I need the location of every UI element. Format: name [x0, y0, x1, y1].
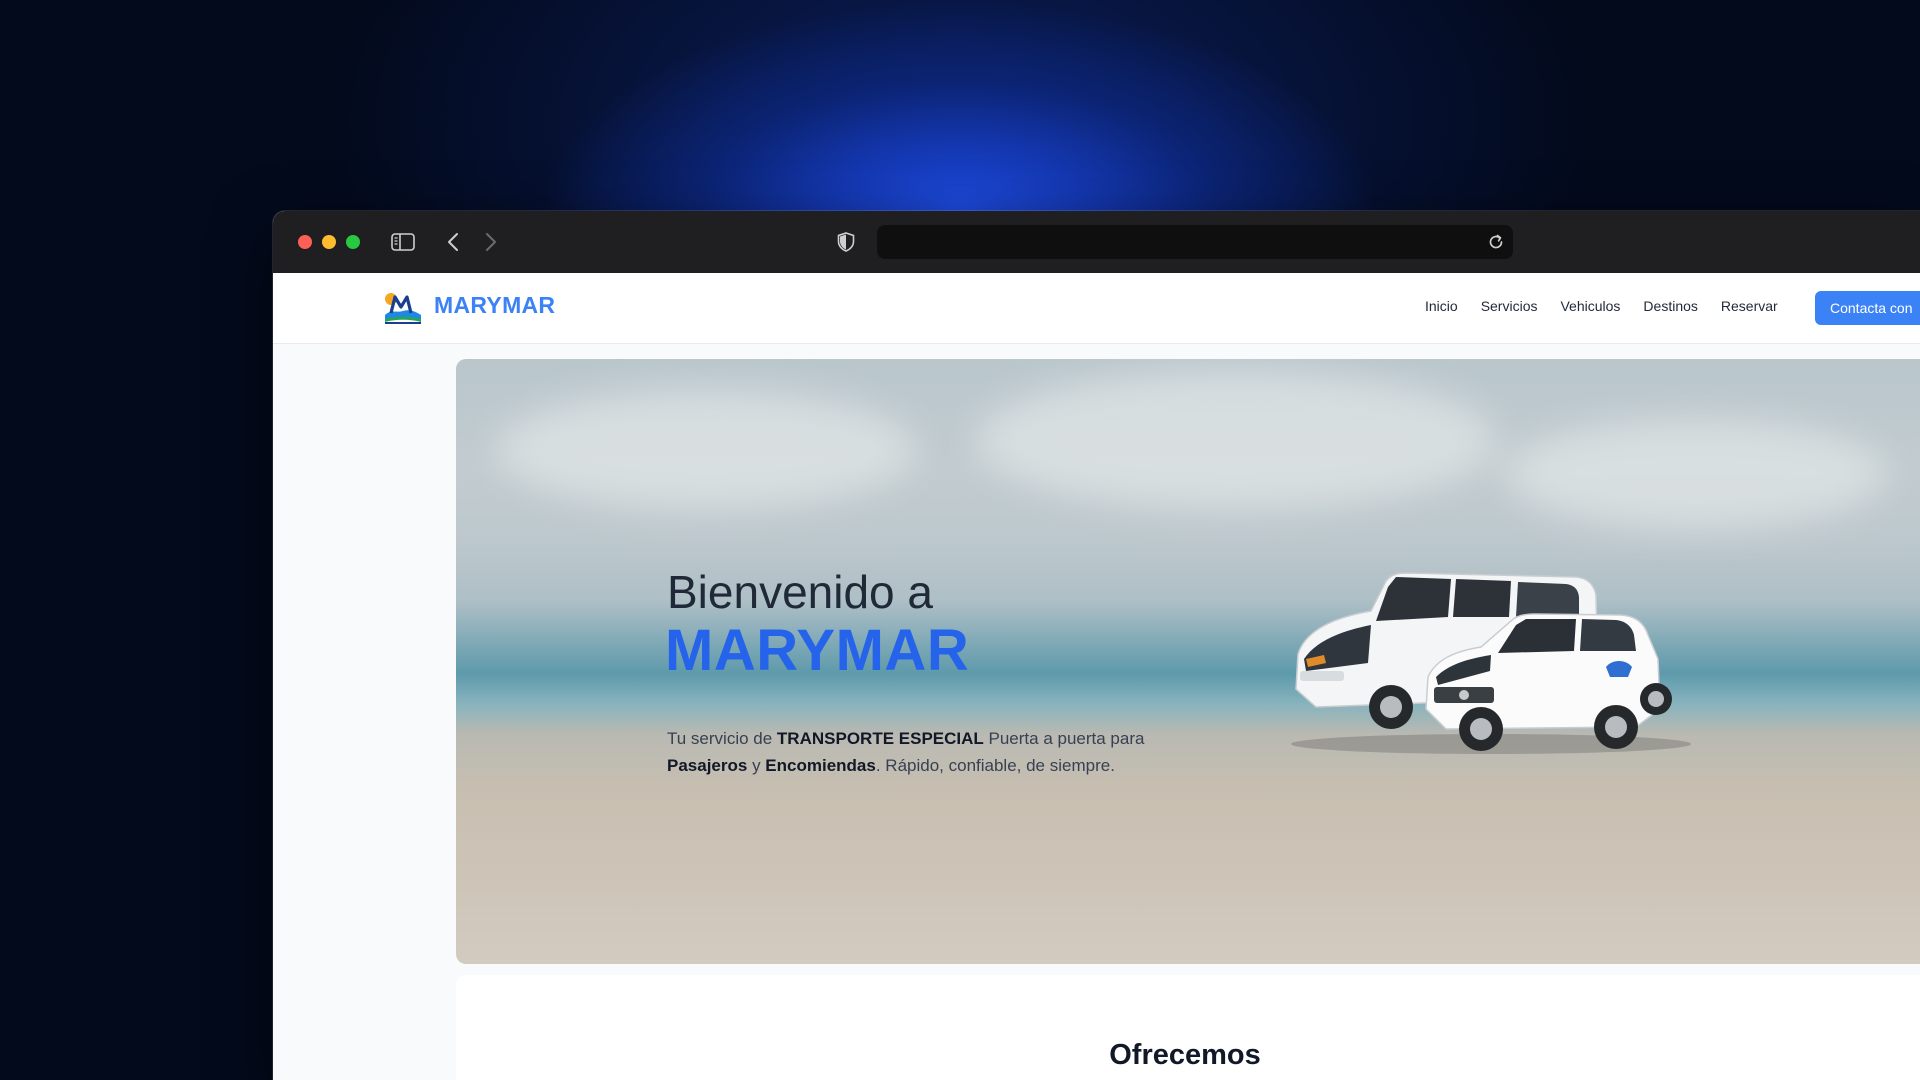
hero-desc-strong: TRANSPORTE ESPECIAL — [776, 729, 984, 748]
hero-cloud — [976, 369, 1496, 509]
browser-window: MARYMAR Inicio Servicios Vehiculos Desti… — [273, 211, 1920, 1080]
brand-name[interactable]: MARYMAR — [434, 292, 555, 319]
hero-desc-strong: Encomiendas — [765, 756, 876, 775]
hero-desc-strong: Pasajeros — [667, 756, 748, 775]
main-nav: Inicio Servicios Vehiculos Destinos Rese… — [1425, 298, 1778, 314]
chevron-left-icon[interactable] — [441, 229, 465, 255]
nav-link-inicio[interactable]: Inicio — [1425, 298, 1458, 314]
browser-toolbar — [273, 211, 1920, 274]
nav-link-vehiculos[interactable]: Vehiculos — [1560, 298, 1620, 314]
close-window-button[interactable] — [298, 235, 312, 249]
hero-cloud — [1506, 419, 1886, 529]
hero-desc-text: y — [747, 756, 766, 775]
hero-description: Tu servicio de TRANSPORTE ESPECIAL Puert… — [667, 725, 1187, 779]
vehicles-image — [1276, 559, 1706, 759]
sidebar-icon[interactable] — [389, 229, 417, 255]
offer-section: Ofrecemos — [456, 975, 1920, 1080]
zoom-window-button[interactable] — [346, 235, 360, 249]
nav-link-reservar[interactable]: Reservar — [1721, 298, 1778, 314]
marymar-logo-icon[interactable] — [381, 289, 425, 327]
web-page: MARYMAR Inicio Servicios Vehiculos Desti… — [273, 273, 1920, 1080]
hero-cloud — [496, 389, 916, 509]
hero-title-line1: Bienvenido a — [667, 566, 933, 618]
hero-desc-text: Puerta a puerta para — [983, 729, 1145, 748]
reload-icon[interactable] — [1487, 233, 1505, 251]
nav-link-destinos[interactable]: Destinos — [1643, 298, 1697, 314]
address-bar[interactable] — [877, 225, 1513, 261]
site-navbar: MARYMAR Inicio Servicios Vehiculos Desti… — [273, 273, 1920, 344]
offer-title: Ofrecemos — [1109, 1039, 1261, 1072]
minimize-window-button[interactable] — [322, 235, 336, 249]
nav-link-servicios[interactable]: Servicios — [1481, 298, 1538, 314]
shield-icon[interactable] — [833, 229, 859, 255]
url-input[interactable] — [889, 225, 1473, 261]
contact-button[interactable]: Contacta con — [1815, 291, 1920, 325]
hero-desc-text: Tu servicio de — [667, 729, 777, 748]
hero-desc-text: . Rápido, confiable, de siempre. — [875, 756, 1115, 775]
hero-banner: Bienvenido a MARYMAR Tu servicio de TRAN… — [456, 359, 1920, 964]
hero-title-line2: MARYMAR — [665, 618, 970, 683]
chevron-right-icon[interactable] — [479, 229, 503, 255]
